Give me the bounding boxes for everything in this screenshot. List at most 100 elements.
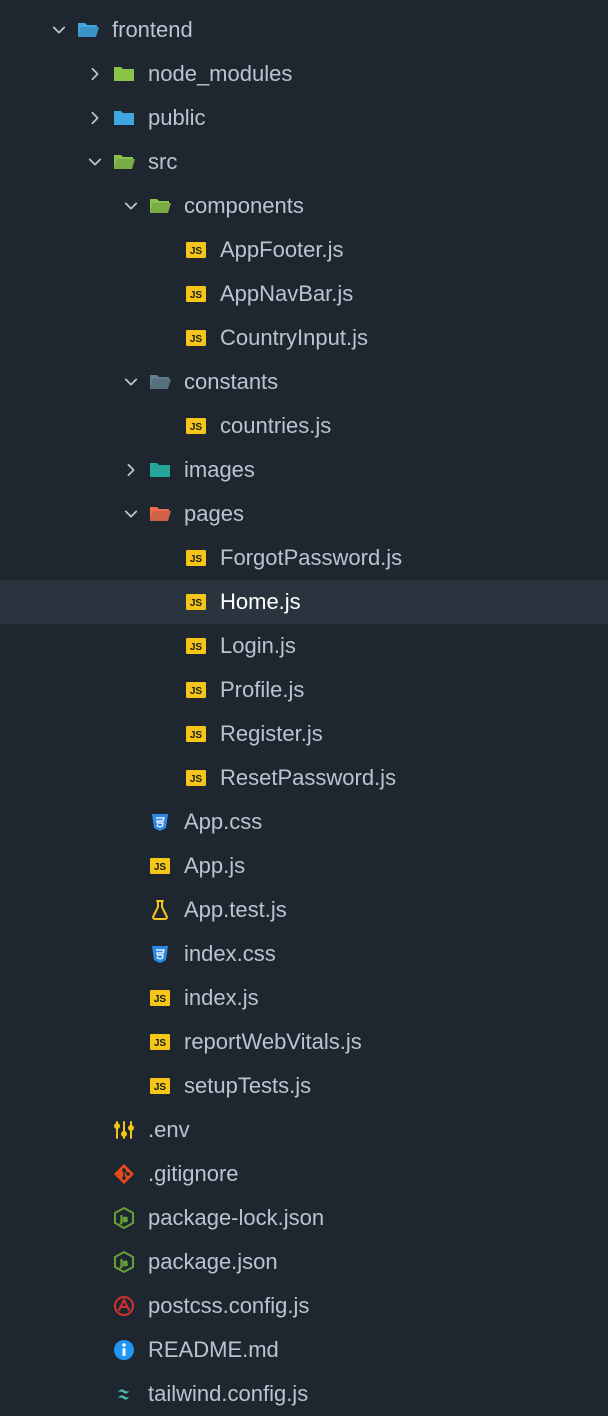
folder-blue-web-icon	[112, 106, 136, 130]
chevron-right-icon[interactable]	[86, 65, 104, 83]
tree-item-label: ForgotPassword.js	[220, 545, 402, 571]
tree-item-label: frontend	[112, 17, 193, 43]
js-icon	[148, 854, 172, 878]
js-icon	[184, 326, 208, 350]
tree-folder[interactable]: constants	[0, 360, 608, 404]
tree-file[interactable]: index.js	[0, 976, 608, 1020]
chevron-right-icon[interactable]	[86, 109, 104, 127]
tree-file[interactable]: Login.js	[0, 624, 608, 668]
chevron-down-icon[interactable]	[122, 505, 140, 523]
chevron-down-icon[interactable]	[50, 21, 68, 39]
tree-folder[interactable]: public	[0, 96, 608, 140]
folder-green-dot-icon	[112, 62, 136, 86]
js-icon	[184, 282, 208, 306]
tree-item-label: AppFooter.js	[220, 237, 344, 263]
folder-blue-icon	[76, 18, 100, 42]
tree-item-label: index.css	[184, 941, 276, 967]
tree-item-label: Register.js	[220, 721, 323, 747]
tree-item-label: package.json	[148, 1249, 278, 1275]
tree-item-label: postcss.config.js	[148, 1293, 309, 1319]
folder-gray-icon	[148, 370, 172, 394]
tree-item-label: node_modules	[148, 61, 292, 87]
chevron-right-icon[interactable]	[122, 461, 140, 479]
tree-item-label: Home.js	[220, 589, 301, 615]
js-icon	[184, 590, 208, 614]
tree-file[interactable]: setupTests.js	[0, 1064, 608, 1108]
folder-teal-icon	[148, 458, 172, 482]
tree-file[interactable]: App.test.js	[0, 888, 608, 932]
tree-file[interactable]: Register.js	[0, 712, 608, 756]
chevron-down-icon[interactable]	[86, 153, 104, 171]
tree-item-label: .env	[148, 1117, 190, 1143]
tree-file[interactable]: Home.js	[0, 580, 608, 624]
tree-file[interactable]: package.json	[0, 1240, 608, 1284]
tree-item-label: reportWebVitals.js	[184, 1029, 362, 1055]
tree-file[interactable]: AppFooter.js	[0, 228, 608, 272]
tree-item-label: Profile.js	[220, 677, 304, 703]
tree-file[interactable]: .gitignore	[0, 1152, 608, 1196]
tree-file[interactable]: AppNavBar.js	[0, 272, 608, 316]
chevron-down-icon[interactable]	[122, 373, 140, 391]
tree-folder[interactable]: frontend	[0, 8, 608, 52]
tree-item-label: src	[148, 149, 177, 175]
test-icon	[148, 898, 172, 922]
tree-item-label: images	[184, 457, 255, 483]
info-icon	[112, 1338, 136, 1362]
tree-folder[interactable]: images	[0, 448, 608, 492]
tree-folder[interactable]: pages	[0, 492, 608, 536]
tree-folder[interactable]: src	[0, 140, 608, 184]
js-icon	[148, 986, 172, 1010]
css-icon	[148, 942, 172, 966]
tree-folder[interactable]: components	[0, 184, 608, 228]
tree-file[interactable]: CountryInput.js	[0, 316, 608, 360]
tree-folder[interactable]: node_modules	[0, 52, 608, 96]
tree-file[interactable]: .env	[0, 1108, 608, 1152]
tree-file[interactable]: countries.js	[0, 404, 608, 448]
tree-item-label: App.js	[184, 853, 245, 879]
tree-item-label: ResetPassword.js	[220, 765, 396, 791]
tree-item-label: package-lock.json	[148, 1205, 324, 1231]
tree-item-label: App.test.js	[184, 897, 287, 923]
tree-file[interactable]: README.md	[0, 1328, 608, 1372]
tree-item-label: Login.js	[220, 633, 296, 659]
tree-file[interactable]: package-lock.json	[0, 1196, 608, 1240]
tree-item-label: components	[184, 193, 304, 219]
tree-file[interactable]: Profile.js	[0, 668, 608, 712]
js-icon	[184, 722, 208, 746]
tree-file[interactable]: postcss.config.js	[0, 1284, 608, 1328]
tree-file[interactable]: App.css	[0, 800, 608, 844]
js-icon	[184, 414, 208, 438]
folder-green-comp-icon	[148, 194, 172, 218]
node-icon	[112, 1250, 136, 1274]
postcss-icon	[112, 1294, 136, 1318]
js-icon	[184, 634, 208, 658]
js-icon	[184, 766, 208, 790]
tree-file[interactable]: reportWebVitals.js	[0, 1020, 608, 1064]
tree-file[interactable]: tailwind.config.js	[0, 1372, 608, 1416]
folder-green-code-icon	[112, 150, 136, 174]
tree-item-label: CountryInput.js	[220, 325, 368, 351]
js-icon	[184, 678, 208, 702]
tree-file[interactable]: App.js	[0, 844, 608, 888]
js-icon	[148, 1074, 172, 1098]
tree-file[interactable]: ResetPassword.js	[0, 756, 608, 800]
folder-orange-icon	[148, 502, 172, 526]
tree-item-label: AppNavBar.js	[220, 281, 353, 307]
tree-item-label: tailwind.config.js	[148, 1381, 308, 1407]
file-tree: frontend node_modulespublic src components A…	[0, 8, 608, 1416]
js-icon	[184, 546, 208, 570]
tree-item-label: countries.js	[220, 413, 331, 439]
tree-file[interactable]: index.css	[0, 932, 608, 976]
tree-item-label: public	[148, 105, 205, 131]
node-icon	[112, 1206, 136, 1230]
js-icon	[148, 1030, 172, 1054]
tree-item-label: pages	[184, 501, 244, 527]
css-icon	[148, 810, 172, 834]
tree-item-label: App.css	[184, 809, 262, 835]
tree-file[interactable]: ForgotPassword.js	[0, 536, 608, 580]
tailwind-icon	[112, 1382, 136, 1406]
chevron-down-icon[interactable]	[122, 197, 140, 215]
env-icon	[112, 1118, 136, 1142]
tree-item-label: README.md	[148, 1337, 279, 1363]
git-icon	[112, 1162, 136, 1186]
